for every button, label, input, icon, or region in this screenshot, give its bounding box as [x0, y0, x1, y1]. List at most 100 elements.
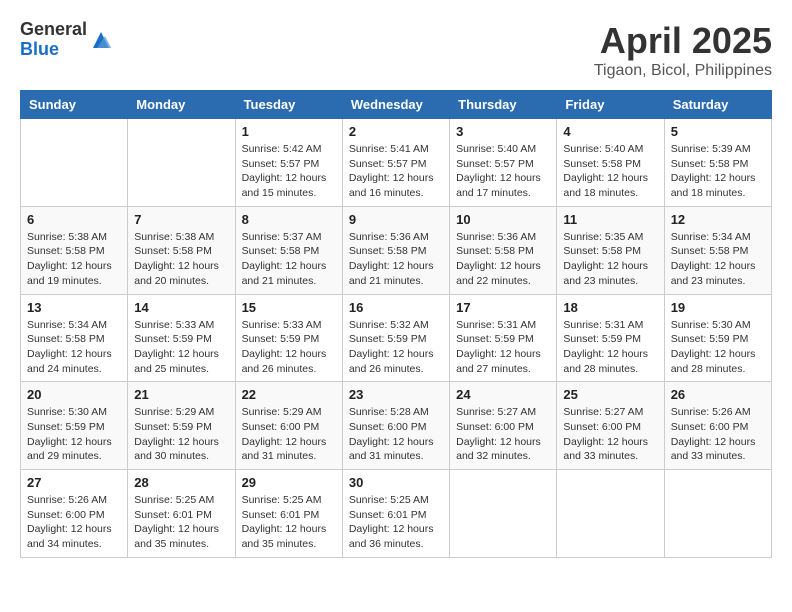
- day-number: 26: [671, 387, 765, 402]
- calendar-cell: 17Sunrise: 5:31 AMSunset: 5:59 PMDayligh…: [450, 294, 557, 382]
- day-number: 11: [563, 212, 657, 227]
- day-info: Sunrise: 5:35 AMSunset: 5:58 PMDaylight:…: [563, 230, 657, 289]
- calendar-cell: 27 Sunrise: 5:26 AMSunset: 6:00 PMDayligh…: [21, 470, 128, 558]
- day-number: 8: [242, 212, 336, 227]
- calendar-cell: 20Sunrise: 5:30 AMSunset: 5:59 PMDayligh…: [21, 382, 128, 470]
- day-number: 20: [27, 387, 121, 402]
- day-number: 27: [27, 475, 121, 490]
- day-number: 16: [349, 300, 443, 315]
- day-info: Sunrise: 5:39 AMSunset: 5:58 PMDaylight:…: [671, 142, 765, 201]
- day-number: 12: [671, 212, 765, 227]
- calendar-cell: 24 Sunrise: 5:27 AMSunset: 6:00 PMDayligh…: [450, 382, 557, 470]
- calendar-week-row: 1 Sunrise: 5:42 AMSunset: 5:57 PMDaylight…: [21, 119, 772, 207]
- calendar-cell: 1 Sunrise: 5:42 AMSunset: 5:57 PMDaylight…: [235, 119, 342, 207]
- day-number: 3: [456, 124, 550, 139]
- calendar-cell: 16Sunrise: 5:32 AMSunset: 5:59 PMDayligh…: [342, 294, 449, 382]
- day-info: Sunrise: 5:33 AMSunset: 5:59 PMDaylight:…: [134, 318, 228, 377]
- calendar-cell: 12 Sunrise: 5:34 AMSunset: 5:58 PMDayligh…: [664, 206, 771, 294]
- calendar-cell: 28 Sunrise: 5:25 AMSunset: 6:01 PMDayligh…: [128, 470, 235, 558]
- day-info: Sunrise: 5:27 AMSunset: 6:00 PMDaylight:…: [563, 405, 657, 464]
- calendar-cell: 26 Sunrise: 5:26 AMSunset: 6:00 PMDayligh…: [664, 382, 771, 470]
- day-number: 30: [349, 475, 443, 490]
- day-number: 29: [242, 475, 336, 490]
- day-number: 18: [563, 300, 657, 315]
- calendar-cell: 29 Sunrise: 5:25 AMSunset: 6:01 PMDayligh…: [235, 470, 342, 558]
- calendar-cell: 25 Sunrise: 5:27 AMSunset: 6:00 PMDayligh…: [557, 382, 664, 470]
- day-number: 14: [134, 300, 228, 315]
- calendar-week-row: 6 Sunrise: 5:38 AMSunset: 5:58 PMDaylight…: [21, 206, 772, 294]
- day-number: 6: [27, 212, 121, 227]
- day-info: Sunrise: 5:41 AMSunset: 5:57 PMDaylight:…: [349, 142, 443, 201]
- calendar-cell: [557, 470, 664, 558]
- title-area: April 2025 Tigaon, Bicol, Philippines: [594, 20, 772, 80]
- calendar-cell: [450, 470, 557, 558]
- calendar-week-row: 27 Sunrise: 5:26 AMSunset: 6:00 PMDayligh…: [21, 470, 772, 558]
- calendar-table: SundayMondayTuesdayWednesdayThursdayFrid…: [20, 90, 772, 558]
- day-of-week-header: Friday: [557, 91, 664, 119]
- calendar-cell: 4Sunrise: 5:40 AMSunset: 5:58 PMDaylight…: [557, 119, 664, 207]
- day-number: 17: [456, 300, 550, 315]
- day-of-week-header: Saturday: [664, 91, 771, 119]
- day-info: Sunrise: 5:31 AMSunset: 5:59 PMDaylight:…: [563, 318, 657, 377]
- day-info: Sunrise: 5:36 AMSunset: 5:58 PMDaylight:…: [349, 230, 443, 289]
- day-of-week-header: Tuesday: [235, 91, 342, 119]
- day-number: 23: [349, 387, 443, 402]
- day-number: 24: [456, 387, 550, 402]
- calendar-cell: 19Sunrise: 5:30 AMSunset: 5:59 PMDayligh…: [664, 294, 771, 382]
- calendar-cell: 15Sunrise: 5:33 AMSunset: 5:59 PMDayligh…: [235, 294, 342, 382]
- day-number: 2: [349, 124, 443, 139]
- day-number: 7: [134, 212, 228, 227]
- calendar-cell: 3 Sunrise: 5:40 AMSunset: 5:57 PMDaylight…: [450, 119, 557, 207]
- calendar-header-row: SundayMondayTuesdayWednesdayThursdayFrid…: [21, 91, 772, 119]
- location-subtitle: Tigaon, Bicol, Philippines: [594, 62, 772, 80]
- day-number: 25: [563, 387, 657, 402]
- calendar-cell: 13 Sunrise: 5:34 AMSunset: 5:58 PMDayligh…: [21, 294, 128, 382]
- calendar-cell: 21Sunrise: 5:29 AMSunset: 5:59 PMDayligh…: [128, 382, 235, 470]
- calendar-cell: 30 Sunrise: 5:25 AMSunset: 6:01 PMDayligh…: [342, 470, 449, 558]
- calendar-cell: 18 Sunrise: 5:31 AMSunset: 5:59 PMDayligh…: [557, 294, 664, 382]
- calendar-cell: 5 Sunrise: 5:39 AMSunset: 5:58 PMDaylight…: [664, 119, 771, 207]
- calendar-cell: 10 Sunrise: 5:36 AMSunset: 5:58 PMDayligh…: [450, 206, 557, 294]
- day-info: Sunrise: 5:40 AMSunset: 5:57 PMDaylight:…: [456, 142, 550, 201]
- day-info: Sunrise: 5:42 AMSunset: 5:57 PMDaylight:…: [242, 142, 336, 201]
- day-info: Sunrise: 5:26 AMSunset: 6:00 PMDaylight:…: [27, 493, 121, 552]
- day-info: Sunrise: 5:25 AMSunset: 6:01 PMDaylight:…: [134, 493, 228, 552]
- day-info: Sunrise: 5:36 AMSunset: 5:58 PMDaylight:…: [456, 230, 550, 289]
- month-title: April 2025: [594, 20, 772, 62]
- day-of-week-header: Sunday: [21, 91, 128, 119]
- day-info: Sunrise: 5:34 AMSunset: 5:58 PMDaylight:…: [27, 318, 121, 377]
- calendar-cell: 2 Sunrise: 5:41 AMSunset: 5:57 PMDaylight…: [342, 119, 449, 207]
- calendar-cell: 8Sunrise: 5:37 AMSunset: 5:58 PMDaylight…: [235, 206, 342, 294]
- calendar-cell: 14 Sunrise: 5:33 AMSunset: 5:59 PMDayligh…: [128, 294, 235, 382]
- day-of-week-header: Wednesday: [342, 91, 449, 119]
- calendar-cell: 23 Sunrise: 5:28 AMSunset: 6:00 PMDayligh…: [342, 382, 449, 470]
- day-info: Sunrise: 5:25 AMSunset: 6:01 PMDaylight:…: [242, 493, 336, 552]
- day-info: Sunrise: 5:33 AMSunset: 5:59 PMDaylight:…: [242, 318, 336, 377]
- day-number: 13: [27, 300, 121, 315]
- day-info: Sunrise: 5:40 AMSunset: 5:58 PMDaylight:…: [563, 142, 657, 201]
- page-header: General Blue April 2025 Tigaon, Bicol, P…: [20, 20, 772, 80]
- calendar-cell: 6Sunrise: 5:38 AMSunset: 5:58 PMDaylight…: [21, 206, 128, 294]
- day-number: 28: [134, 475, 228, 490]
- day-number: 21: [134, 387, 228, 402]
- day-info: Sunrise: 5:38 AMSunset: 5:58 PMDaylight:…: [134, 230, 228, 289]
- calendar-cell: 11 Sunrise: 5:35 AMSunset: 5:58 PMDayligh…: [557, 206, 664, 294]
- day-info: Sunrise: 5:28 AMSunset: 6:00 PMDaylight:…: [349, 405, 443, 464]
- calendar-cell: [21, 119, 128, 207]
- day-number: 1: [242, 124, 336, 139]
- day-number: 5: [671, 124, 765, 139]
- day-info: Sunrise: 5:26 AMSunset: 6:00 PMDaylight:…: [671, 405, 765, 464]
- day-info: Sunrise: 5:25 AMSunset: 6:01 PMDaylight:…: [349, 493, 443, 552]
- logo-icon: [89, 28, 113, 52]
- calendar-cell: 7 Sunrise: 5:38 AMSunset: 5:58 PMDaylight…: [128, 206, 235, 294]
- day-of-week-header: Thursday: [450, 91, 557, 119]
- calendar-week-row: 20Sunrise: 5:30 AMSunset: 5:59 PMDayligh…: [21, 382, 772, 470]
- calendar-week-row: 13 Sunrise: 5:34 AMSunset: 5:58 PMDayligh…: [21, 294, 772, 382]
- day-of-week-header: Monday: [128, 91, 235, 119]
- logo-blue-text: Blue: [20, 40, 87, 60]
- calendar-cell: 22Sunrise: 5:29 AMSunset: 6:00 PMDayligh…: [235, 382, 342, 470]
- day-info: Sunrise: 5:34 AMSunset: 5:58 PMDaylight:…: [671, 230, 765, 289]
- day-number: 10: [456, 212, 550, 227]
- calendar-cell: [128, 119, 235, 207]
- day-info: Sunrise: 5:27 AMSunset: 6:00 PMDaylight:…: [456, 405, 550, 464]
